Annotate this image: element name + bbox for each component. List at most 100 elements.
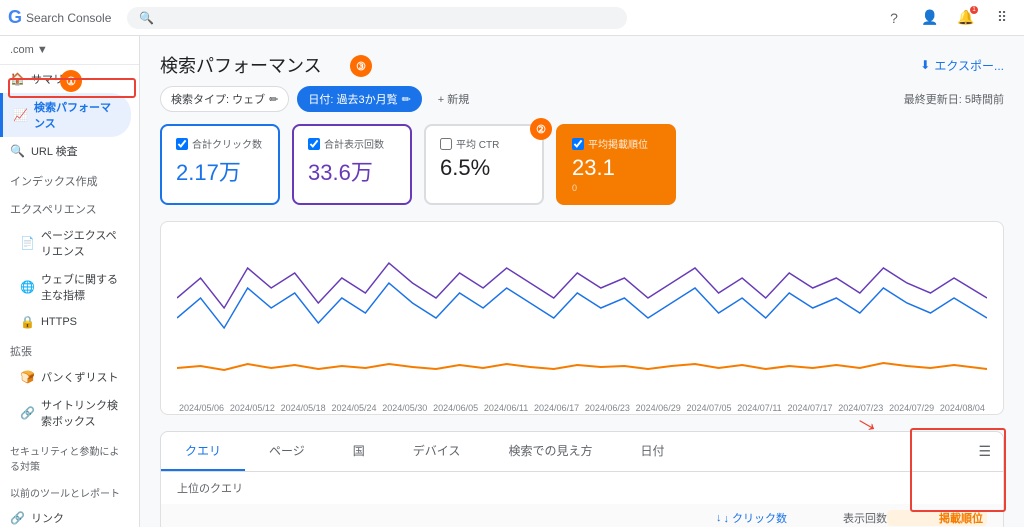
main-content: 検索パフォーマンス ⬇ エクスポー... 検索タイプ: ウェブ ✏ 日付: 過去… xyxy=(140,36,1024,527)
filter-icon-btn[interactable]: ☰ xyxy=(966,432,1003,471)
filter-type[interactable]: 検索タイプ: ウェブ ✏ xyxy=(160,86,289,112)
sidebar-label-page-exp: ページエクスペリエンス xyxy=(41,227,121,259)
metric-ctr[interactable]: 平均 CTR 6.5% xyxy=(424,124,544,205)
position-label: 平均掲載順位 xyxy=(588,136,648,151)
sidebar-label-web-vitals: ウェブに関する主な指標 xyxy=(41,271,121,303)
clicks-label: 合計クリック数 xyxy=(192,136,262,151)
export-button[interactable]: ⬇ エクスポー... xyxy=(920,57,1004,74)
section-enhancements: 拡張 xyxy=(0,335,139,363)
breadcrumb-icon: 🍞 xyxy=(20,370,35,384)
page-title: 検索パフォーマンス xyxy=(160,52,322,78)
x-axis-labels: 2024/05/062024/05/122024/05/182024/05/24… xyxy=(177,403,987,413)
edit-icon-date: ✏ xyxy=(402,93,411,106)
sidebar-item-search-performance[interactable]: 📈 検索パフォーマンス xyxy=(0,93,131,137)
position-value: 23.1 xyxy=(572,155,660,181)
topbar: G Search Console 🔍 ? 👤 🔔1 ⠿ xyxy=(0,0,1024,36)
app-name: Search Console xyxy=(26,11,111,25)
metric-clicks[interactable]: 合計クリック数 2.17万 xyxy=(160,124,280,205)
tab-query[interactable]: クエリ xyxy=(161,432,245,471)
tab-date[interactable]: 日付 xyxy=(616,432,688,471)
sidebar-item-web-vitals[interactable]: 🌐 ウェブに関する主な指標 xyxy=(0,265,131,309)
add-filter-label: + 新規 xyxy=(438,91,469,107)
topbar-icons: ? 👤 🔔1 ⠿ xyxy=(880,4,1016,32)
th-query xyxy=(177,510,687,526)
ctr-checkbox[interactable] xyxy=(440,138,452,150)
chart-svg xyxy=(177,238,987,398)
chart-area: 2024/05/062024/05/122024/05/182024/05/24… xyxy=(177,238,987,398)
sidebar-item-sitelinks[interactable]: 🔗 サイトリンク検索ボックス xyxy=(0,391,131,435)
position-checkbox[interactable] xyxy=(572,138,584,150)
apps-icon[interactable]: ⠿ xyxy=(988,4,1016,32)
google-g: G xyxy=(8,7,22,28)
sidebar-label-sitelinks: サイトリンク検索ボックス xyxy=(41,397,121,429)
export-label: エクスポー... xyxy=(934,57,1004,74)
user-icon[interactable]: 👤 xyxy=(916,4,944,32)
th-clicks: ↓ ↓ クリック数 xyxy=(687,510,787,526)
sidebar-item-https[interactable]: 🔒 HTTPS xyxy=(0,309,131,335)
th-position: 掲載順位 xyxy=(887,510,987,526)
add-filter-button[interactable]: + 新規 xyxy=(430,87,477,111)
filter-bar: 検索タイプ: ウェブ ✏ 日付: 過去3か月覧 ✏ + 新規 最終更新日: 5時… xyxy=(160,86,1004,112)
sidebar-label-url: URL 検査 xyxy=(31,143,78,159)
sidebar-label-links: リンク xyxy=(31,510,64,526)
layout: .com ▼ 🏠 サマリー 📈 検索パフォーマンス 🔍 URL 検査 インデック… xyxy=(0,0,1024,527)
clicks-value: 2.17万 xyxy=(176,155,264,187)
filter-date-label: 日付: 過去3か月覧 xyxy=(308,91,397,107)
section-security: セキュリティと参勤による対策 xyxy=(0,435,139,477)
export-icon: ⬇ xyxy=(920,58,930,72)
section-legacy: 以前のツールとレポート xyxy=(0,477,139,504)
sidebar-item-summary[interactable]: 🏠 サマリー xyxy=(0,65,131,93)
links-icon: 🔗 xyxy=(10,511,25,525)
impressions-label: 合計表示回数 xyxy=(324,136,384,151)
page-header: 検索パフォーマンス ⬇ エクスポー... xyxy=(160,52,1004,78)
ctr-label: 平均 CTR xyxy=(456,136,499,151)
metrics-row: 合計クリック数 2.17万 合計表示回数 33.6万 平均 CTR 6.5% xyxy=(160,124,1004,205)
tab-country[interactable]: 国 xyxy=(329,432,389,471)
chart-container: 2024/05/062024/05/122024/05/182024/05/24… xyxy=(160,221,1004,415)
tab-page[interactable]: ページ xyxy=(245,432,329,471)
ctr-value: 6.5% xyxy=(440,155,528,181)
app-logo: G Search Console xyxy=(8,7,111,28)
filter-icon[interactable]: ☰ xyxy=(978,443,991,460)
tabs-bar: クエリ ページ 国 デバイス 検索での見え方 日付 ☰ xyxy=(160,431,1004,472)
sidebar-item-page-exp[interactable]: 📄 ページエクスペリエンス xyxy=(0,221,131,265)
help-icon[interactable]: ? xyxy=(880,4,908,32)
sidebar-item-links[interactable]: 🔗 リンク xyxy=(0,504,131,527)
sidebar-label-breadcrumb: パンくずリスト xyxy=(41,369,119,385)
tab-search-appearance[interactable]: 検索での見え方 xyxy=(484,432,616,471)
page-exp-icon: 📄 xyxy=(20,236,35,250)
sidebar-item-breadcrumb[interactable]: 🍞 パンくずリスト xyxy=(0,363,131,391)
clicks-checkbox[interactable] xyxy=(176,138,188,150)
impressions-value: 33.6万 xyxy=(308,155,396,187)
th-impressions: 表示回数 xyxy=(787,510,887,526)
search-bar[interactable]: 🔍 xyxy=(127,7,627,29)
search-input[interactable] xyxy=(160,12,615,24)
url-icon: 🔍 xyxy=(10,144,25,158)
sidebar-item-url-inspection[interactable]: 🔍 URL 検査 xyxy=(0,137,131,165)
table-label: 上位のクエリ xyxy=(161,472,1003,504)
web-vitals-icon: 🌐 xyxy=(20,280,35,294)
notifications-icon[interactable]: 🔔1 xyxy=(952,4,980,32)
search-icon: 🔍 xyxy=(139,11,154,25)
sidebar-label-https: HTTPS xyxy=(41,316,77,328)
sidebar-label-performance: 検索パフォーマンス xyxy=(34,99,121,131)
tab-device[interactable]: デバイス xyxy=(389,432,485,471)
table-header: ↓ ↓ クリック数 表示回数 掲載順位 xyxy=(161,504,1003,527)
metric-position[interactable]: 平均掲載順位 23.1 0 xyxy=(556,124,676,205)
https-icon: 🔒 xyxy=(20,315,35,329)
table-container: 上位のクエリ ↓ ↓ クリック数 表示回数 掲載順位 xyxy=(160,472,1004,527)
filter-date[interactable]: 日付: 過去3か月覧 ✏ xyxy=(297,86,421,112)
domain-selector[interactable]: .com ▼ xyxy=(0,36,139,65)
summary-icon: 🏠 xyxy=(10,72,25,86)
section-index: インデックス作成 xyxy=(0,165,139,193)
last-updated: 最終更新日: 5時間前 xyxy=(904,91,1004,107)
performance-icon: 📈 xyxy=(13,108,28,122)
edit-icon: ✏ xyxy=(269,93,278,106)
impressions-checkbox[interactable] xyxy=(308,138,320,150)
filter-type-label: 検索タイプ: ウェブ xyxy=(171,91,265,107)
section-experience: エクスペリエンス xyxy=(0,193,139,221)
sidebar: .com ▼ 🏠 サマリー 📈 検索パフォーマンス 🔍 URL 検査 インデック… xyxy=(0,36,140,527)
sidebar-label-summary: サマリー xyxy=(31,71,75,87)
metric-impressions[interactable]: 合計表示回数 33.6万 xyxy=(292,124,412,205)
domain-label: .com ▼ xyxy=(10,44,48,56)
